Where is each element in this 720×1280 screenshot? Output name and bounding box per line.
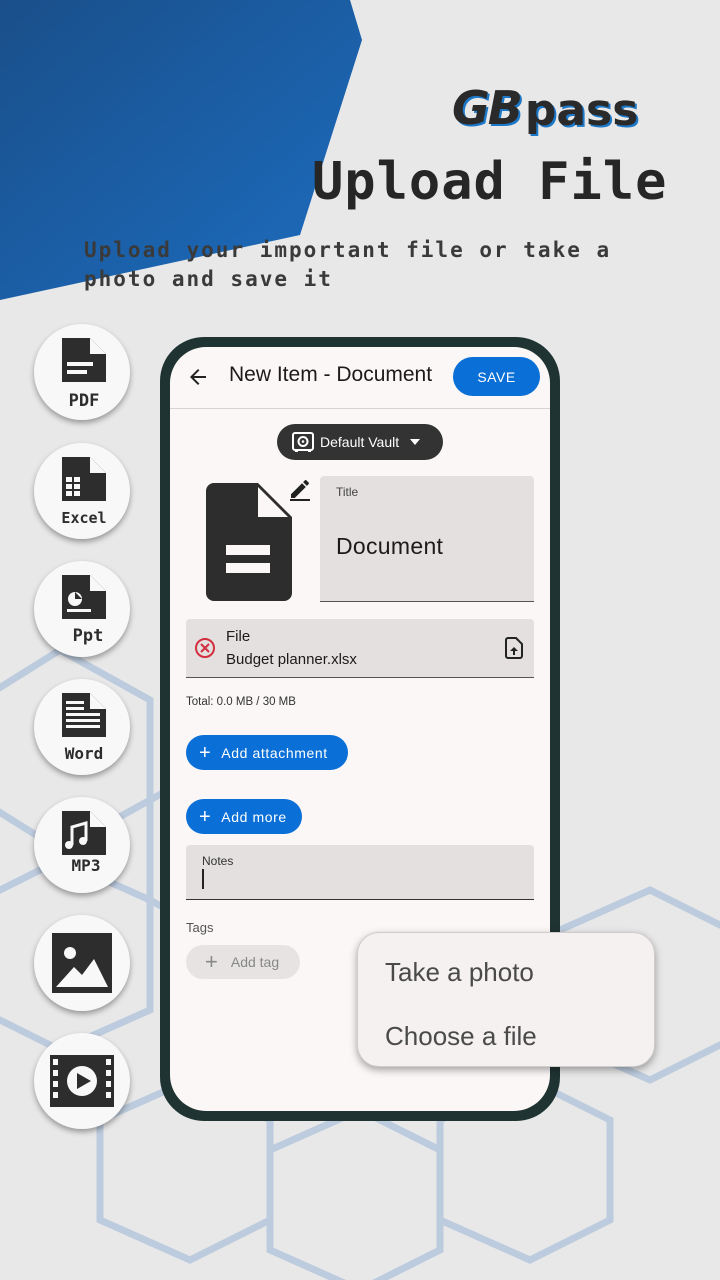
- plus-icon: +: [205, 949, 218, 974]
- add-more-button[interactable]: + Add more: [186, 799, 302, 834]
- document-icon: [206, 483, 292, 601]
- add-tag-label: Add tag: [230, 954, 280, 970]
- pdf-label: PDF: [69, 391, 100, 411]
- title-field-label: Title: [336, 485, 359, 499]
- add-tag-button[interactable]: + Add tag: [186, 945, 300, 979]
- logo-gb-text: GB: [452, 81, 523, 135]
- add-more-label: Add more: [221, 808, 287, 825]
- add-attachment-label: Add attachment: [221, 744, 328, 761]
- choose-file-option[interactable]: Choose a file: [385, 1021, 537, 1052]
- notes-field[interactable]: Notes: [186, 845, 534, 900]
- title-field-value: Document: [336, 533, 444, 559]
- excel-badge: Excel: [34, 443, 130, 539]
- tags-label: Tags: [186, 920, 214, 935]
- vault-label: Default Vault: [320, 434, 400, 450]
- image-file-icon: [52, 933, 112, 993]
- ppt-label: Ppt: [73, 626, 104, 646]
- mp3-label: MP3: [72, 856, 101, 875]
- plus-icon: +: [199, 741, 212, 764]
- attachment-menu: Take a photo Choose a file: [357, 932, 655, 1067]
- ppt-badge: Ppt: [34, 561, 130, 657]
- vault-selector[interactable]: Default Vault: [277, 424, 443, 460]
- file-attachment-row: File Budget planner.xlsx: [186, 619, 534, 678]
- hero-subtitle: Upload your important file or take a pho…: [84, 238, 612, 291]
- hero-title: Upload File: [312, 152, 668, 212]
- remove-file-icon[interactable]: [194, 637, 216, 659]
- excel-label: Excel: [61, 509, 106, 527]
- word-file-icon: Word: [62, 693, 106, 763]
- page-title: New Item - Document: [229, 363, 433, 386]
- file-upload-icon[interactable]: [502, 636, 526, 660]
- add-attachment-button[interactable]: + Add attachment: [186, 735, 348, 770]
- edit-pencil-icon[interactable]: [288, 477, 312, 501]
- gbpass-logo: GB pass: [452, 80, 638, 136]
- app-bar: New Item - Document SAVE: [170, 347, 550, 409]
- pdf-file-icon: PDF: [62, 338, 106, 411]
- word-badge: Word: [34, 679, 130, 775]
- back-arrow-icon[interactable]: [186, 365, 210, 389]
- pdf-badge: PDF: [34, 324, 130, 420]
- chevron-down-icon: [410, 439, 421, 445]
- text-cursor: [202, 869, 204, 889]
- plus-icon: +: [199, 805, 212, 828]
- file-label: File: [226, 628, 251, 645]
- save-button[interactable]: SAVE: [453, 357, 540, 396]
- video-file-icon: [50, 1055, 114, 1107]
- video-badge: [34, 1033, 130, 1129]
- title-field[interactable]: Title Document: [320, 476, 534, 602]
- word-label: Word: [65, 744, 104, 763]
- ppt-file-icon: Ppt: [62, 575, 106, 646]
- excel-file-icon: Excel: [61, 457, 107, 527]
- file-name: Budget planner.xlsx: [226, 651, 357, 668]
- mp3-file-icon: MP3: [62, 811, 106, 875]
- logo-pass-text: pass: [524, 85, 639, 136]
- notes-label: Notes: [202, 854, 234, 868]
- total-size: Total: 0.0 MB / 30 MB: [186, 696, 296, 708]
- take-photo-option[interactable]: Take a photo: [385, 957, 534, 988]
- mp3-badge: MP3: [34, 797, 130, 893]
- vault-safe-icon: [292, 432, 314, 452]
- image-badge: [34, 915, 130, 1011]
